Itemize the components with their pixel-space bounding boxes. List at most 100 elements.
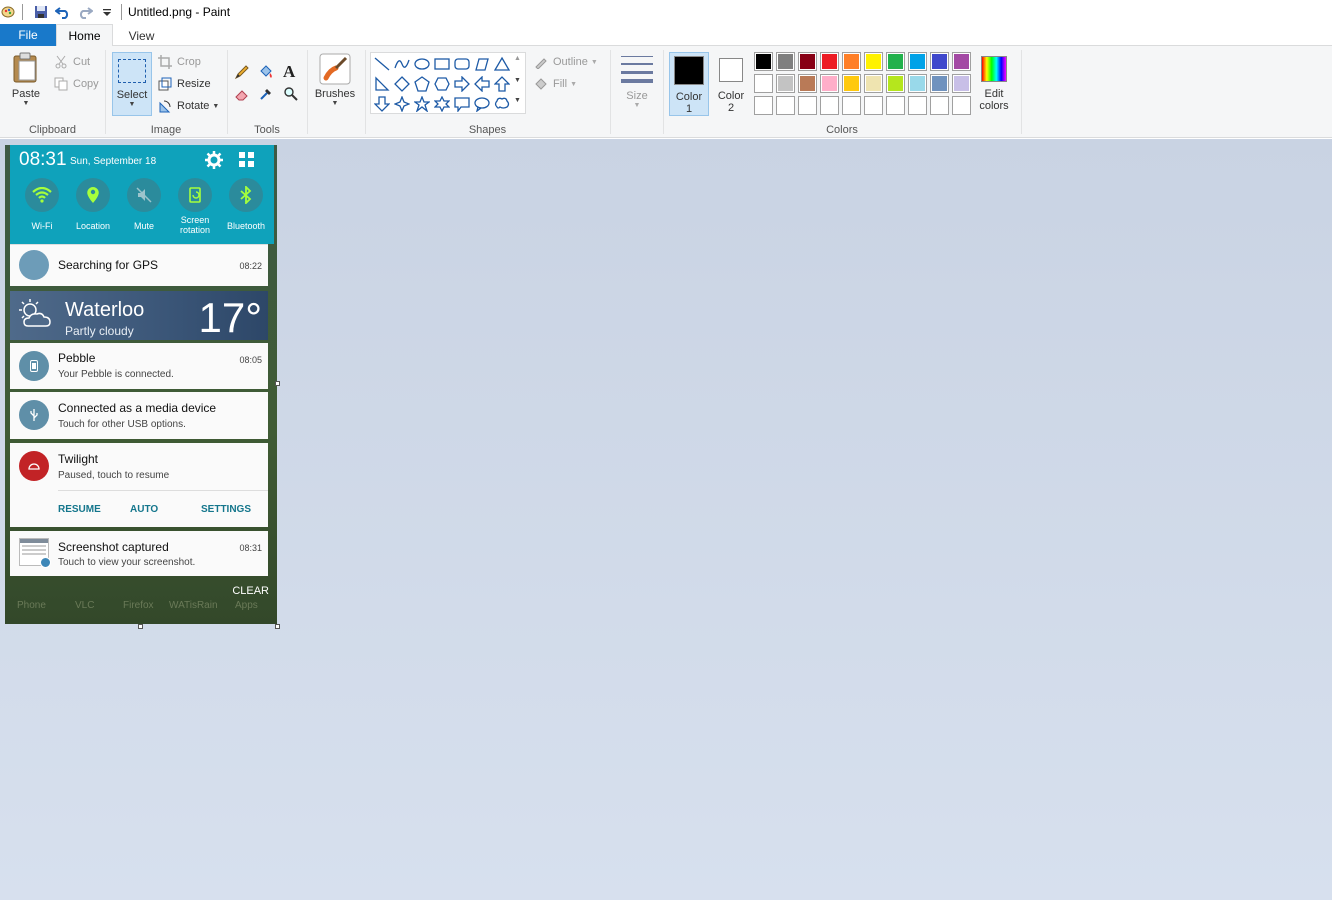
fill-tool[interactable] [258, 62, 276, 82]
palette-swatch[interactable] [930, 52, 949, 71]
outline-dropdown-icon[interactable]: ▼ [591, 59, 598, 66]
size-dropdown-icon[interactable]: ▼ [634, 102, 641, 109]
up-arrow-shape-icon[interactable] [492, 74, 512, 94]
edit-colors-button[interactable]: Edit colors [975, 52, 1013, 116]
quick-setting-label: Mute [133, 221, 154, 231]
paste-button[interactable]: Paste ▼ [6, 52, 46, 107]
paint-app-icon[interactable] [0, 2, 16, 22]
select-dropdown-icon[interactable]: ▼ [129, 101, 136, 108]
crop-icon [157, 54, 173, 70]
palette-swatch[interactable] [842, 74, 861, 93]
rounded-rectangle-shape-icon[interactable] [452, 54, 472, 74]
shapes-scroll-down-icon[interactable]: ▼ [514, 77, 521, 84]
rect-callout-shape-icon[interactable] [452, 94, 472, 114]
palette-swatch[interactable] [908, 52, 927, 71]
palette-swatch[interactable] [886, 52, 905, 71]
right-triangle-shape-icon[interactable] [372, 74, 392, 94]
pencil-tool[interactable] [234, 62, 252, 82]
hexagon-shape-icon[interactable] [432, 74, 452, 94]
resize-handle-right[interactable] [275, 381, 280, 386]
palette-swatch[interactable] [820, 74, 839, 93]
triangle-shape-icon[interactable] [492, 54, 512, 74]
palette-empty-swatch[interactable] [908, 96, 927, 115]
color1-button[interactable]: Color 1 [669, 52, 709, 116]
tab-home[interactable]: Home [56, 24, 113, 47]
six-point-star-shape-icon[interactable] [432, 94, 452, 114]
canvas-image[interactable]: Phone VLC Firefox WATisRain Apps 08:31 S… [5, 145, 277, 624]
rotate-dropdown-icon[interactable]: ▼ [212, 103, 219, 110]
palette-swatch[interactable] [776, 74, 795, 93]
oval-shape-icon[interactable] [412, 54, 432, 74]
palette-empty-swatch[interactable] [820, 96, 839, 115]
shapes-scroll-up-icon[interactable]: ▲ [514, 55, 521, 62]
line-shape-icon[interactable] [372, 54, 392, 74]
palette-empty-swatch[interactable] [886, 96, 905, 115]
left-arrow-shape-icon[interactable] [472, 74, 492, 94]
down-arrow-shape-icon[interactable] [372, 94, 392, 114]
palette-swatch[interactable] [754, 52, 773, 71]
color1-label-line2: 1 [685, 103, 693, 115]
oval-callout-shape-icon[interactable] [472, 94, 492, 114]
magnifier-tool[interactable] [283, 84, 301, 104]
palette-empty-swatch[interactable] [952, 96, 971, 115]
palette-swatch[interactable] [820, 52, 839, 71]
palette-empty-swatch[interactable] [930, 96, 949, 115]
curve-shape-icon[interactable] [392, 54, 412, 74]
palette-swatch[interactable] [776, 52, 795, 71]
palette-empty-swatch[interactable] [864, 96, 883, 115]
polygon-shape-icon[interactable] [472, 54, 492, 74]
eraser-tool[interactable] [234, 84, 252, 104]
rotate-button[interactable]: Rotate ▼ [157, 96, 219, 116]
palette-swatch[interactable] [842, 52, 861, 71]
palette-swatch[interactable] [952, 52, 971, 71]
palette-empty-swatch[interactable] [798, 96, 817, 115]
palette-swatch[interactable] [952, 74, 971, 93]
undo-icon[interactable] [53, 2, 73, 22]
brushes-dropdown-icon[interactable]: ▼ [332, 100, 339, 107]
text-tool[interactable]: A [283, 62, 301, 82]
palette-empty-swatch[interactable] [754, 96, 773, 115]
paste-dropdown-icon[interactable]: ▼ [23, 100, 30, 107]
palette-swatch[interactable] [754, 74, 773, 93]
palette-swatch[interactable] [864, 52, 883, 71]
palette-empty-swatch[interactable] [776, 96, 795, 115]
cloud-callout-shape-icon[interactable] [492, 94, 512, 114]
crop-button[interactable]: Crop [157, 52, 201, 72]
pentagon-shape-icon[interactable] [412, 74, 432, 94]
size-button[interactable]: Size ▼ [617, 54, 657, 109]
tab-file[interactable]: File [0, 24, 56, 46]
resize-handle-bottom[interactable] [138, 624, 143, 629]
rectangle-shape-icon[interactable] [432, 54, 452, 74]
right-arrow-shape-icon[interactable] [452, 74, 472, 94]
outline-button[interactable]: Outline ▼ [533, 52, 598, 72]
palette-swatch[interactable] [886, 74, 905, 93]
resize-button[interactable]: Resize [157, 74, 211, 94]
resize-handle-corner[interactable] [275, 624, 280, 629]
tab-view[interactable]: View [113, 24, 170, 47]
palette-swatch[interactable] [798, 52, 817, 71]
five-point-star-shape-icon[interactable] [412, 94, 432, 114]
save-icon[interactable] [31, 2, 51, 22]
redo-icon[interactable] [75, 2, 95, 22]
fill-button[interactable]: Fill ▼ [533, 74, 577, 94]
color2-button[interactable]: Color 2 [711, 52, 751, 116]
customize-toolbar-icon[interactable] [97, 2, 117, 22]
palette-swatch[interactable] [864, 74, 883, 93]
shapes-expand-icon[interactable]: ▼ [514, 97, 521, 104]
cut-button[interactable]: Cut [53, 52, 90, 72]
palette-empty-swatch[interactable] [842, 96, 861, 115]
palette-swatch[interactable] [908, 74, 927, 93]
quick-setting-location: Location [68, 178, 118, 231]
weather-condition: Partly cloudy [65, 324, 134, 338]
canvas-workspace[interactable]: Phone VLC Firefox WATisRain Apps 08:31 S… [0, 139, 1332, 900]
palette-swatch[interactable] [798, 74, 817, 93]
select-button[interactable]: Select ▼ [112, 52, 152, 116]
brushes-button[interactable]: Brushes ▼ [313, 52, 357, 107]
color-picker-tool[interactable] [258, 84, 276, 104]
palette-swatch[interactable] [930, 74, 949, 93]
four-point-star-shape-icon[interactable] [392, 94, 412, 114]
text-a-icon: A [283, 62, 296, 81]
copy-button[interactable]: Copy [53, 74, 99, 94]
fill-dropdown-icon[interactable]: ▼ [570, 81, 577, 88]
diamond-shape-icon[interactable] [392, 74, 412, 94]
